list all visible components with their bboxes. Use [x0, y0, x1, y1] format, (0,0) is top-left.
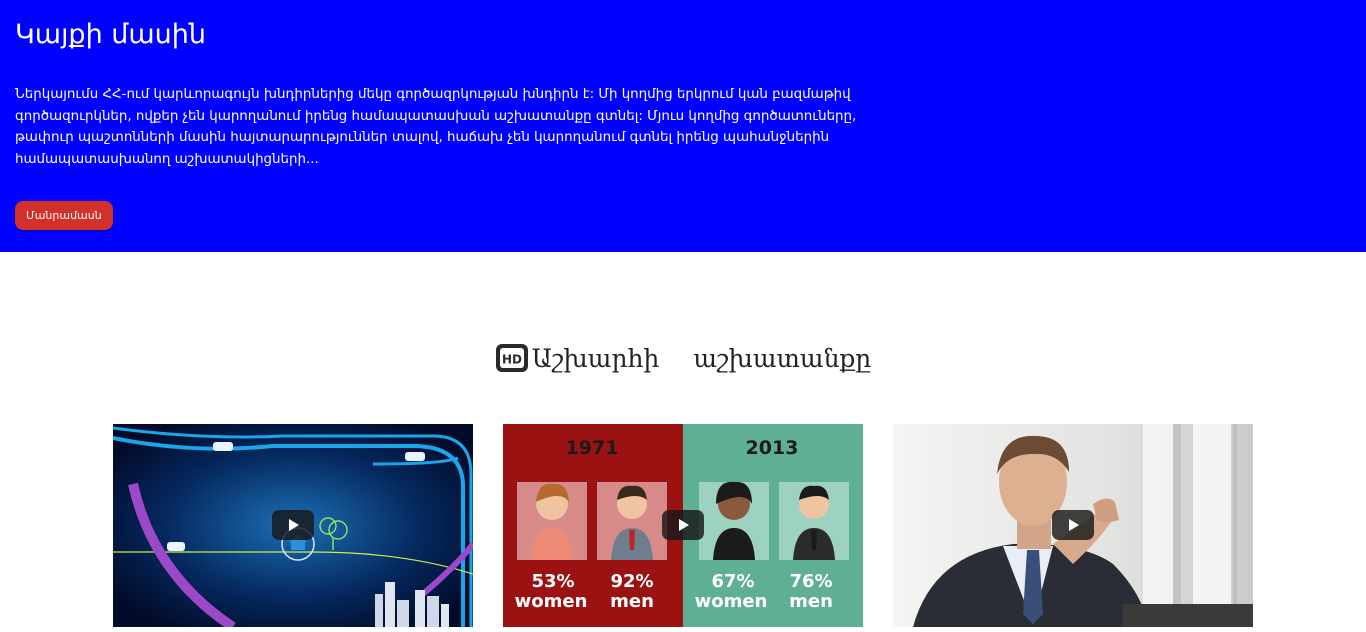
women-pct-2013: 67% [711, 571, 754, 592]
play-icon[interactable] [272, 510, 314, 540]
hd-icon: HD [495, 344, 528, 372]
videos-section-title: HD Աշխարհի աշխատանքը [0, 338, 1366, 378]
svg-text:HD: HD [502, 353, 522, 367]
read-more-button[interactable]: Մանրամասն [15, 201, 113, 230]
about-description: Ներկայումս ՀՀ-ում կարևորագույն խնդիրների… [15, 87, 857, 167]
section-title-word-1: Աշխարհի [531, 343, 660, 373]
play-icon[interactable] [662, 510, 704, 540]
men-pct-1971: 92% [610, 571, 653, 592]
about-title: Կայքի մասին [15, 19, 207, 50]
women-label-2013: women [695, 591, 768, 612]
video-card-3[interactable] [893, 424, 1253, 627]
women-label-1971: women [515, 591, 588, 612]
year-1971: 1971 [566, 437, 619, 459]
video-card-2[interactable]: 1971 2013 53% women 92% men 67% women 76… [503, 424, 863, 627]
video-card-1[interactable] [113, 424, 473, 627]
play-icon[interactable] [1052, 510, 1094, 540]
about-banner: Կայքի մասին Ներկայումս ՀՀ-ում կարևորագու… [0, 0, 1366, 252]
men-label-1971: men [610, 591, 654, 612]
men-label-2013: men [789, 591, 833, 612]
section-title-word-2: աշխատանքը [693, 343, 872, 373]
year-2013: 2013 [746, 437, 799, 459]
men-pct-2013: 76% [789, 571, 832, 592]
women-pct-1971: 53% [531, 571, 574, 592]
